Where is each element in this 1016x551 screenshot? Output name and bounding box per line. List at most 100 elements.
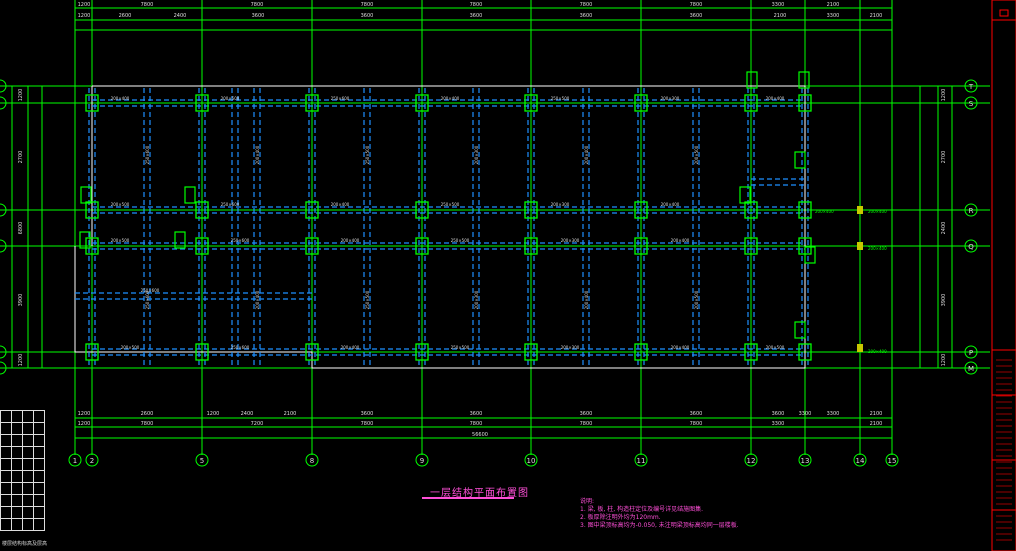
beam-label: 200×400: [111, 96, 130, 101]
legend-cell: [11, 458, 23, 471]
legend-cell: [11, 494, 23, 507]
legend-caption: 楼层结构标高及层高: [2, 541, 48, 547]
axis-label: 15: [888, 457, 897, 465]
notes-line-2: 2. 板厚除注明外均为120mm.: [580, 514, 661, 521]
beam-label-vertical: 250×600: [145, 145, 150, 164]
dimension-text-bottom: 1200: [78, 421, 91, 427]
dimension-text-bottom: 2100: [870, 421, 883, 427]
beam-label-vertical: 200×400: [584, 290, 589, 309]
legend-cell: [0, 482, 12, 495]
legend-cell: [0, 458, 12, 471]
legend-cell: [11, 446, 23, 459]
dimension-text-top: 3300: [772, 2, 785, 8]
legend-cell: [33, 518, 45, 531]
dimension-text-bottom: 2100: [284, 411, 297, 417]
annotation-label: 200×400: [868, 246, 887, 251]
legend-cell: [22, 410, 34, 423]
structural-plan-drawing: 1200 2600 2400 3600 3600 3600 3600 3600 2100 3300…: [0, 0, 1016, 551]
dimension-text-bottom: 3300: [799, 411, 812, 417]
dimension-text-top: 7800: [141, 2, 154, 8]
axis-label: 11: [637, 457, 646, 465]
legend-row: [0, 470, 45, 483]
beam-label: 200×400: [661, 202, 680, 207]
legend-cell: [0, 518, 12, 531]
dimension-text-bottom: 2100: [870, 411, 883, 417]
legend-row: [0, 458, 45, 471]
dimension-text-top: 2400: [174, 13, 187, 19]
legend-cell: [0, 506, 12, 519]
legend-cell: [22, 434, 34, 447]
beam-label-vertical: 200×300: [474, 290, 479, 309]
dimension-text-top: 7800: [251, 2, 264, 8]
legend-cell: [11, 482, 23, 495]
notes-line-3: 3. 图中梁顶标高均为-0.050, 未注明梁顶标高均同一层楼板.: [580, 522, 739, 529]
dimension-text-bottom: 2400: [241, 411, 254, 417]
beam-label-vertical: 250×600: [145, 290, 150, 309]
beam-label: 200×400: [671, 238, 690, 243]
beam-label: 200×500: [766, 345, 785, 350]
dimension-text-top: 2100: [870, 13, 883, 19]
dimension-text-bottom: 2600: [141, 411, 154, 417]
legend-cell: [11, 518, 23, 531]
beam-label: 250×600: [141, 288, 160, 293]
dimension-text-top: 1200: [78, 2, 91, 8]
dimension-text-top: 3600: [470, 13, 483, 19]
beam-label: 200×300: [561, 238, 580, 243]
beam-label: 200×500: [111, 202, 130, 207]
dimension-text-right: 2400: [941, 222, 947, 235]
dimension-text-right: 3900: [941, 294, 947, 307]
slab-outline: [74, 85, 806, 369]
beam-label-vertical: 200×400: [584, 145, 589, 164]
legend-cell: [22, 494, 34, 507]
legend-cell: [33, 470, 45, 483]
axis-label: S: [969, 100, 974, 108]
dimension-text-bottom: 7800: [690, 421, 703, 427]
legend-cell: [22, 422, 34, 435]
title-underline: [422, 497, 514, 499]
dimension-text-top: 3600: [252, 13, 265, 19]
beam-label: 250×500: [451, 238, 470, 243]
legend-cell: [11, 506, 23, 519]
beam-label: 200×500: [121, 345, 140, 350]
dimension-text-right: 1200: [941, 354, 947, 367]
legend-cell: [33, 506, 45, 519]
beam-label: 200×400: [341, 345, 360, 350]
dimension-text-top: 1200: [78, 13, 91, 19]
beam-label-vertical: 200×400: [255, 290, 260, 309]
beam-label: 250×600: [231, 238, 250, 243]
beam-label: 250×500: [551, 96, 570, 101]
dimension-text-right: 1200: [941, 89, 947, 102]
dimension-text-left: 3900: [18, 294, 24, 307]
annotation-label: 200×400: [815, 209, 834, 214]
floor-elevation-table: [0, 410, 70, 551]
legend-cell: [33, 446, 45, 459]
dimension-text-bottom: 7200: [251, 421, 264, 427]
dimension-text-bottom: 7800: [580, 421, 593, 427]
legend-cell: [0, 494, 12, 507]
legend-cell: [33, 410, 45, 423]
dimension-text-left: 1200: [18, 354, 24, 367]
dimension-text-top: 3600: [361, 13, 374, 19]
dimension-text-top: 7800: [470, 2, 483, 8]
dimension-text-bottom: 7800: [141, 421, 154, 427]
legend-row: [0, 422, 45, 435]
beam-label: 200×500: [111, 238, 130, 243]
dimension-text-top: 7800: [690, 2, 703, 8]
annotation-label: 200×400: [868, 349, 887, 354]
legend-row: [0, 518, 45, 531]
dimension-text-bottom: 7800: [470, 421, 483, 427]
legend-cell: [0, 470, 12, 483]
dimension-text-bottom: 1200: [207, 411, 220, 417]
beam-label: 200×500: [221, 96, 240, 101]
beam-label-vertical: 200×300: [474, 145, 479, 164]
legend-row: [0, 446, 45, 459]
legend-row: [0, 482, 45, 495]
beam-label: 200×300: [551, 202, 570, 207]
legend-row: [0, 410, 45, 423]
dimension-text-top: 7800: [361, 2, 374, 8]
notes-line-1: 1. 梁, 板, 柱, 构造柱定位及编号详见结施图集.: [580, 506, 703, 513]
beam-label-vertical: 250×500: [365, 145, 370, 164]
column-marker: [857, 344, 863, 352]
notes-heading: 说明:: [580, 498, 595, 505]
legend-row: [0, 494, 45, 507]
